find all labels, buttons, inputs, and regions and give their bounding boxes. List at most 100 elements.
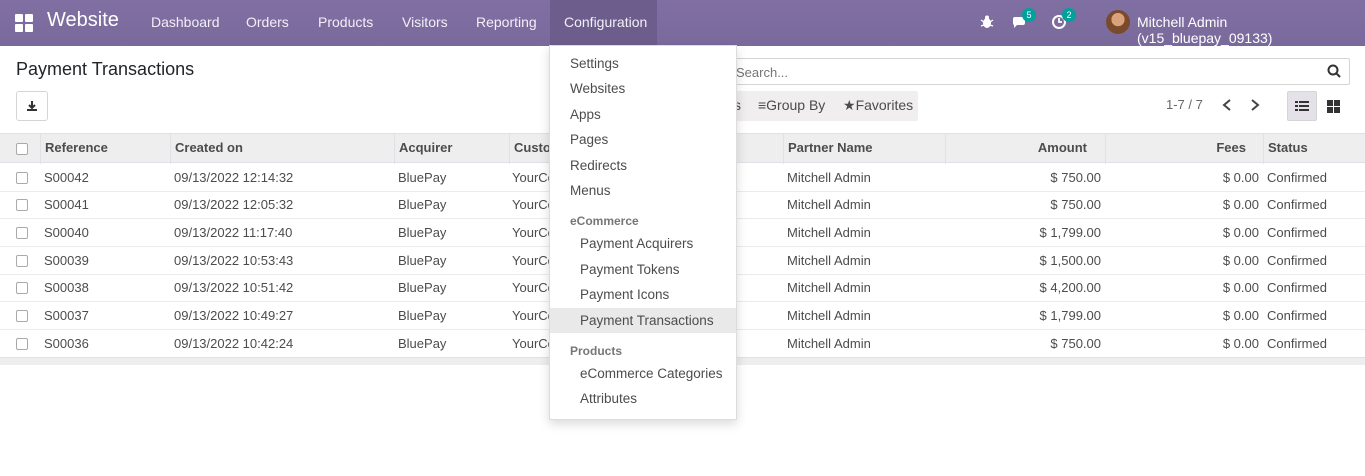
column-status[interactable]: Status [1263,134,1365,164]
kanban-view-button[interactable] [1318,91,1348,121]
cell-amount: $ 1,799.00 [1039,308,1101,323]
menu-section-ecommerce: eCommerce [570,214,639,228]
cell-reference: S00036 [44,336,89,351]
cell-acquirer: BluePay [398,253,447,268]
row-checkbox[interactable] [16,282,28,294]
cell-amount: $ 1,500.00 [1039,253,1101,268]
menu-payment-acquirers[interactable]: Payment Acquirers [550,231,736,256]
cell-created-on: 09/13/2022 10:51:42 [174,280,294,295]
favorites-button[interactable]: ★Favorites [843,97,913,114]
group-by-button[interactable]: ≡Group By [758,97,825,113]
messages-badge: 5 [1022,8,1036,22]
cell-partner-name: Mitchell Admin [787,253,871,268]
menu-payment-transactions[interactable]: Payment Transactions [550,308,736,333]
menu-ecommerce-categories[interactable]: eCommerce Categories [550,361,736,386]
row-checkbox[interactable] [16,199,28,211]
cell-reference: S00039 [44,253,89,268]
cell-acquirer: BluePay [398,170,447,185]
cell-customer: YourCo [512,225,552,240]
cell-partner-name: Mitchell Admin [787,225,871,240]
cell-customer: YourCo [512,170,552,185]
cell-status: Confirmed [1267,336,1327,351]
activities-clock-icon[interactable]: 2 [1051,8,1076,32]
column-fees[interactable]: Fees [1105,134,1263,164]
row-checkbox[interactable] [16,227,28,239]
nav-products[interactable]: Products [304,0,387,46]
cell-partner-name: Mitchell Admin [787,336,871,351]
cell-acquirer: BluePay [398,225,447,240]
download-icon [27,101,37,111]
menu-payment-icons[interactable]: Payment Icons [550,282,736,307]
cell-amount: $ 1,799.00 [1039,225,1101,240]
cell-acquirer: BluePay [398,308,447,323]
pager-next-icon[interactable] [1248,97,1264,113]
cell-created-on: 09/13/2022 12:05:32 [174,197,294,212]
cell-fees: $ 0.00 [1222,308,1259,323]
cell-customer: YourCo [512,280,552,295]
column-amount[interactable]: Amount [945,134,1105,164]
search-input[interactable] [736,63,1296,81]
cell-status: Confirmed [1267,225,1327,240]
user-menu[interactable]: Mitchell Admin (v15_bluepay_09133) [1137,14,1365,46]
menu-pages[interactable]: Pages [550,127,736,152]
favorites-label: Favorites [855,97,914,113]
nav-dashboard[interactable]: Dashboard [137,0,234,46]
menu-redirects[interactable]: Redirects [550,153,736,178]
star-icon: ★ [843,97,856,113]
row-checkbox[interactable] [16,338,28,350]
search-icon[interactable] [1327,64,1343,80]
group-by-label: Group By [766,97,826,113]
messages-icon[interactable]: 5 [1011,8,1036,32]
pager-value[interactable]: 1-7 / 7 [1166,97,1203,112]
cell-status: Confirmed [1267,308,1327,323]
menu-settings[interactable]: Settings [550,51,736,76]
user-avatar[interactable] [1106,10,1130,34]
menu-menus[interactable]: Menus [550,178,736,203]
row-checkbox[interactable] [16,255,28,267]
cell-acquirer: BluePay [398,280,447,295]
cell-status: Confirmed [1267,253,1327,268]
cell-customer: YourCo [512,197,552,212]
column-acquirer[interactable]: Acquirer [394,134,509,164]
cell-customer: YourCo [512,336,552,351]
menu-apps[interactable]: Apps [550,102,736,127]
cell-amount: $ 4,200.00 [1039,280,1101,295]
cell-created-on: 09/13/2022 10:49:27 [174,308,294,323]
menu-attributes[interactable]: Attributes [550,386,736,411]
nav-orders[interactable]: Orders [232,0,303,46]
cell-fees: $ 0.00 [1222,253,1259,268]
cell-reference: S00042 [44,170,89,185]
cell-acquirer: BluePay [398,197,447,212]
app-brand[interactable]: Website [47,9,119,32]
cell-fees: $ 0.00 [1222,336,1259,351]
cell-created-on: 09/13/2022 10:42:24 [174,336,294,351]
row-checkbox[interactable] [16,172,28,184]
list-view-button[interactable] [1287,91,1317,121]
cell-fees: $ 0.00 [1222,225,1259,240]
menu-payment-tokens[interactable]: Payment Tokens [550,257,736,282]
nav-configuration[interactable]: Configuration [550,0,657,46]
apps-menu-icon[interactable] [15,14,33,32]
cell-status: Confirmed [1267,170,1327,185]
cell-fees: $ 0.00 [1222,280,1259,295]
cell-partner-name: Mitchell Admin [787,170,871,185]
cell-fees: $ 0.00 [1222,197,1259,212]
list-view-icon [1295,101,1309,111]
list-icon: ≡ [758,97,767,113]
row-checkbox[interactable] [16,310,28,322]
nav-visitors[interactable]: Visitors [388,0,462,46]
cell-customer: YourCo [512,308,552,323]
debug-bug-icon[interactable] [979,14,997,32]
export-button[interactable] [16,91,48,121]
nav-reporting[interactable]: Reporting [462,0,551,46]
configuration-dropdown: Settings Websites Apps Pages Redirects M… [549,45,737,420]
select-all-checkbox[interactable] [16,143,28,155]
cell-amount: $ 750.00 [1050,197,1101,212]
column-reference[interactable]: Reference [40,134,170,164]
column-created-on[interactable]: Created on [170,134,394,164]
pager-previous-icon[interactable] [1220,97,1236,113]
column-partner-name[interactable]: Partner Name [783,134,945,164]
menu-websites[interactable]: Websites [550,76,736,101]
cell-fees: $ 0.00 [1222,170,1259,185]
cell-reference: S00040 [44,225,89,240]
